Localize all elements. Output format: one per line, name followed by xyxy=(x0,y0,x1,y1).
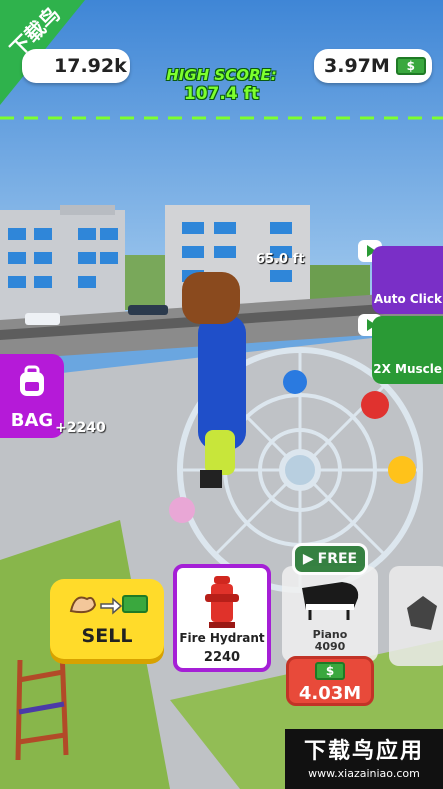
item-value: 4090 xyxy=(314,640,346,653)
free-label: FREE xyxy=(317,551,358,567)
watermark-url: www.xiazainiao.com xyxy=(308,767,420,780)
bag-count: +2240 xyxy=(55,420,106,436)
free-video-button[interactable]: ▶ FREE xyxy=(292,543,368,575)
item-name: Fire Hydrant xyxy=(179,631,265,645)
item-card-locked[interactable] xyxy=(389,566,443,666)
auto-click-button[interactable]: Auto Click xyxy=(372,246,443,314)
muscle-2x-label: 2X Muscle xyxy=(373,362,442,376)
muscle-to-cash-icon xyxy=(69,595,148,615)
locked-item-silhouette-icon xyxy=(407,596,437,630)
watermark-brand: 下载鸟应用 xyxy=(303,739,424,764)
sell-button[interactable]: SELL xyxy=(50,579,164,659)
money-icon: $ xyxy=(315,662,345,680)
sell-label: SELL xyxy=(81,625,133,647)
item-card-fire-hydrant[interactable]: Fire Hydrant 2240 xyxy=(173,564,271,672)
price-value: 4.03M xyxy=(298,683,362,704)
muscle-2x-button[interactable]: 2X Muscle xyxy=(372,316,443,384)
buy-price-button[interactable]: $ 4.03M xyxy=(286,656,374,706)
video-icon: ▶ xyxy=(302,551,314,567)
auto-click-label: Auto Click xyxy=(373,292,442,306)
backpack-icon xyxy=(20,365,44,396)
piano-icon xyxy=(302,582,359,620)
item-value: 2240 xyxy=(203,650,241,665)
watermark-banner: 下载鸟应用 www.xiazainiao.com xyxy=(285,729,443,789)
item-card-piano[interactable]: Piano 4090 xyxy=(282,566,378,662)
fire-hydrant-icon xyxy=(205,576,239,628)
distance-readout: 65.0 ft xyxy=(256,252,305,267)
high-score-value: 107.4 ft xyxy=(183,84,260,104)
high-score-label: HIGH SCORE: xyxy=(166,66,277,84)
